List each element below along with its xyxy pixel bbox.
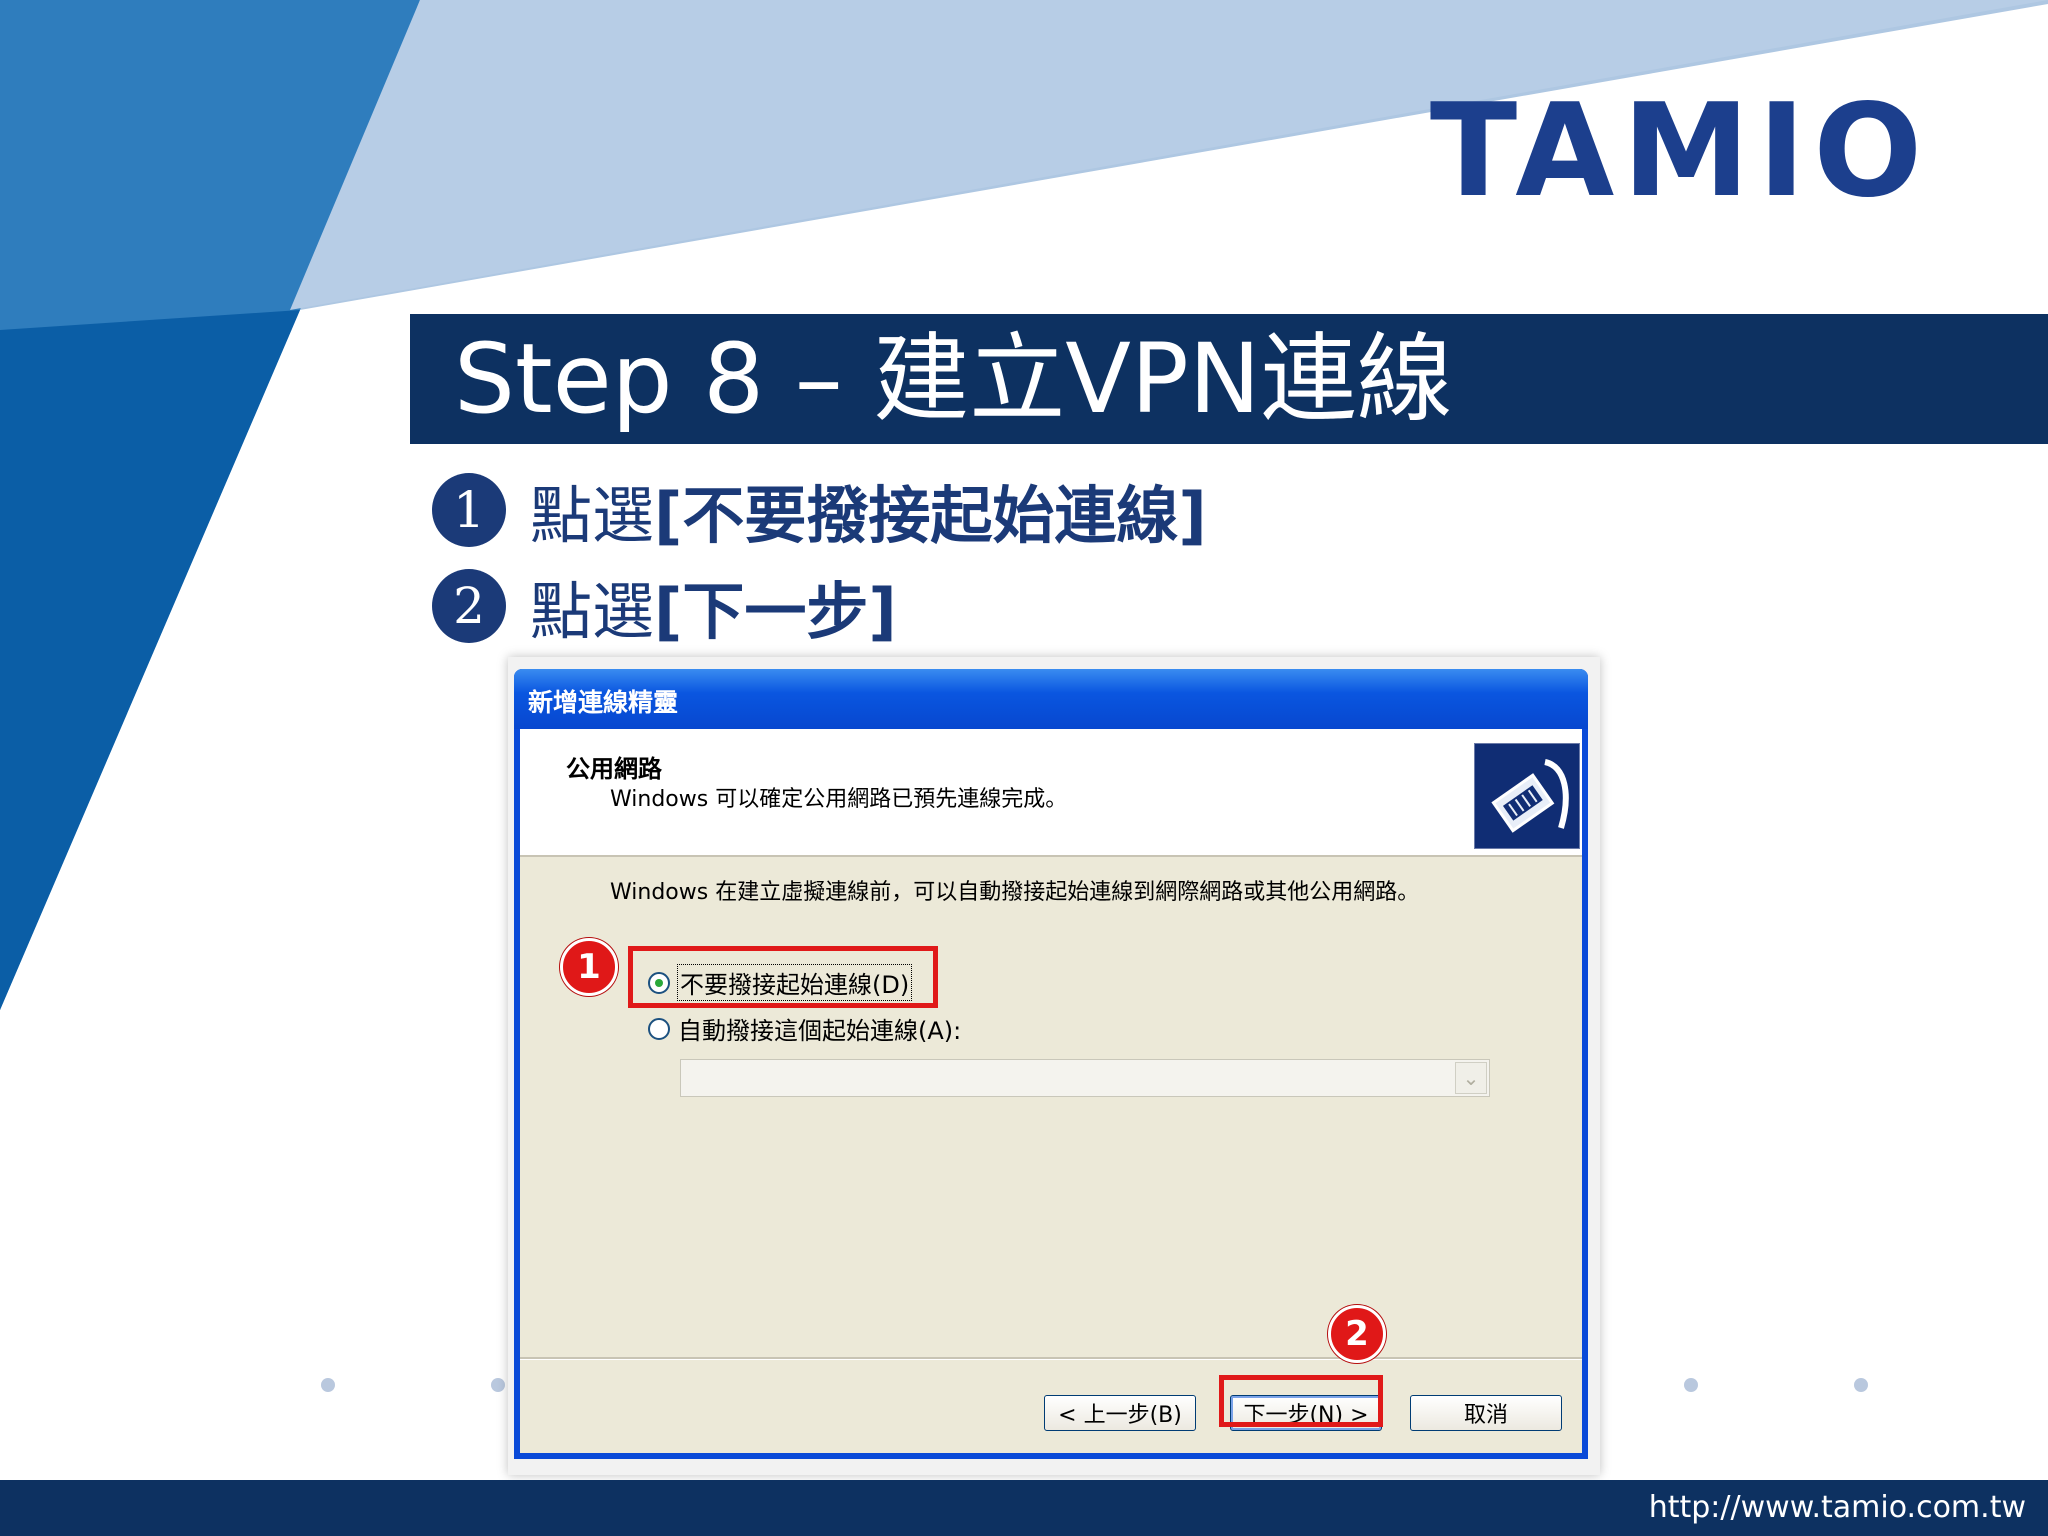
footer-bar: http://www.tamio.com.tw — [0, 1480, 2048, 1536]
callout-badge-1: 1 — [560, 938, 618, 996]
step-number-2: 2 — [432, 569, 506, 643]
option-auto-dial[interactable]: 自動撥接這個起始連線(A): — [648, 1011, 961, 1046]
step-2-prefix: 點選 — [530, 575, 655, 648]
wizard-header: 公用網路 Windows 可以確定公用網路已預先連線完成。 — [520, 729, 1582, 857]
wizard-window: 新增連線精靈 公用網路 Windows 可以確定公用網路已預先連線完成。 Win… — [514, 669, 1588, 1459]
option-auto-dial-label[interactable]: 自動撥接這個起始連線(A): — [678, 1011, 961, 1046]
description-text: Windows 在建立虛擬連線前，可以自動撥接起始連線到網際網路或其他公用網路。 — [610, 880, 1420, 905]
decorative-dot — [1684, 1378, 1698, 1392]
window-body: 公用網路 Windows 可以確定公用網路已預先連線完成。 Windows 在建… — [520, 729, 1582, 1453]
window-title: 新增連線精靈 — [528, 688, 679, 717]
header-title: 公用網路 — [566, 755, 662, 783]
step-1-prefix: 點選 — [530, 479, 655, 552]
back-button[interactable]: < 上一步(B) — [1044, 1395, 1196, 1431]
decorative-dot — [1854, 1378, 1868, 1392]
step-1: 1 點選 [不要撥接起始連線] — [432, 470, 1207, 552]
header-subtitle: Windows 可以確定公用網路已預先連線完成。 — [610, 787, 1068, 812]
window-titlebar[interactable]: 新增連線精靈 — [514, 669, 1588, 729]
tamio-logo: TAMIO — [1429, 77, 1931, 226]
network-plug-icon — [1474, 743, 1580, 849]
decorative-dot — [321, 1378, 335, 1392]
slide-title: Step 8 – 建立VPN連線 — [454, 323, 1453, 435]
footer-url[interactable]: http://www.tamio.com.tw — [1649, 1490, 2026, 1525]
cancel-button[interactable]: 取消 — [1410, 1395, 1562, 1431]
step-1-emphasis: [不要撥接起始連線] — [654, 479, 1207, 552]
connection-combo[interactable]: ⌄ — [680, 1059, 1490, 1097]
decorative-dot — [491, 1378, 505, 1392]
highlight-option-dont-dial — [628, 946, 938, 1008]
step-2: 2 點選 [下一步] — [432, 566, 897, 648]
button-separator — [520, 1357, 1582, 1360]
dialog-screenshot: 新增連線精靈 公用網路 Windows 可以確定公用網路已預先連線完成。 Win… — [508, 657, 1600, 1475]
highlight-next-button — [1219, 1375, 1383, 1427]
step-2-emphasis: [下一步] — [654, 575, 897, 648]
radio-unselected-icon[interactable] — [648, 1017, 670, 1040]
chevron-down-icon[interactable]: ⌄ — [1455, 1062, 1487, 1094]
title-bar: Step 8 – 建立VPN連線 — [410, 314, 2048, 444]
step-number-1: 1 — [432, 473, 506, 547]
callout-badge-2: 2 — [1328, 1305, 1386, 1363]
